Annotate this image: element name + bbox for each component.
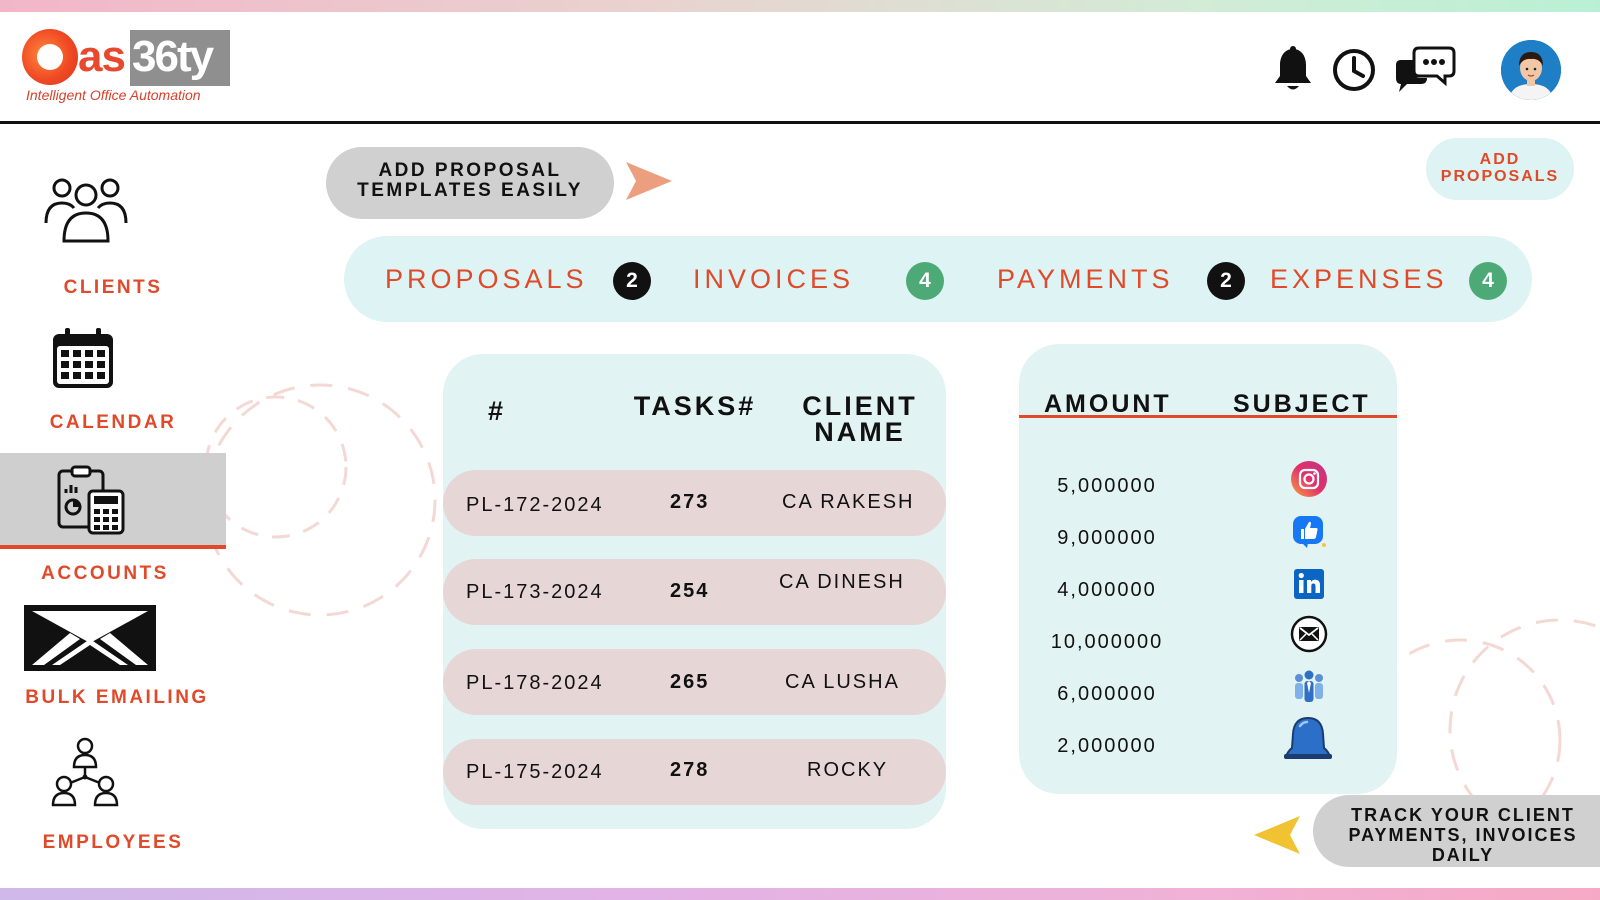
sidebar-item-calendar[interactable]: CALENDAR [0,324,226,434]
employees-icon [51,737,119,807]
tab-expenses[interactable]: EXPENSES [1270,264,1448,295]
team-icon[interactable] [1290,667,1328,705]
track-line-2: PAYMENTS, INVOICES [1348,825,1578,845]
avatar[interactable] [1501,40,1561,100]
row-tasks: 278 [670,759,710,781]
badge-invoices-count: 4 [906,262,944,300]
calendar-icon [53,328,113,388]
badge-expenses-count: 4 [1469,262,1507,300]
chat-icon[interactable] [1393,42,1457,98]
row-client: CA DINESH [779,571,905,593]
tab-proposals[interactable]: PROPOSALS [385,264,588,295]
sidebar-label-clients: CLIENTS [63,277,163,298]
row-id: PL-178-2024 [466,672,604,694]
callout-line-1: ADD PROPOSAL [378,160,562,181]
sidebar-item-accounts[interactable]: ACCOUNTS [0,463,226,584]
row-tasks: 254 [670,580,710,602]
sidebar-label-bulk-emailing: BULK EMAILING [25,687,209,708]
sidebar-item-clients[interactable]: CLIENTS [0,175,226,300]
row-tasks: 265 [670,671,710,693]
bell-icon[interactable] [1272,46,1314,94]
sidebar-item-bulk-emailing[interactable]: BULK EMAILING [0,601,226,711]
header-client-line-2: NAME [814,417,906,447]
row-id: PL-175-2024 [466,761,604,783]
tab-payments[interactable]: PAYMENTS [997,264,1174,295]
logo-tagline: Intelligent Office Automation [26,87,201,103]
header-client-name: CLIENT NAME [790,391,930,447]
sidebar-label-accounts: ACCOUNTS [41,563,169,584]
badge-proposals-count: 2 [613,262,651,300]
header-id: # [487,396,507,426]
header-tasks: TASKS# [633,391,757,421]
notification-bell-icon[interactable] [1282,714,1334,762]
track-line-1: TRACK YOUR CLIENT [1351,805,1575,825]
callout-line-2: TEMPLATES EASILY [357,180,583,201]
amount-value: 5,000000 [1057,475,1157,497]
arrow-right-icon [626,162,672,200]
instagram-icon[interactable] [1290,460,1328,498]
logo-as-text: as [78,32,126,81]
amount-value: 4,000000 [1057,579,1157,601]
clients-icon [44,178,128,243]
sidebar-label-calendar: CALENDAR [49,412,177,433]
sidebar-item-employees[interactable]: EMPLOYEES [0,737,226,857]
amount-value: 10,000000 [1050,631,1164,653]
envelope-icon [24,605,156,671]
add-proposal-templates-callout[interactable]: ADD PROPOSAL TEMPLATES EASILY [326,147,614,219]
amount-value: 9,000000 [1057,527,1157,549]
logo-36ty-text: 36ty [132,32,214,81]
track-payments-callout: TRACK YOUR CLIENT PAYMENTS, INVOICES DAI… [1313,795,1600,867]
brand-logo[interactable]: as 36ty Intelligent Office Automation [22,28,232,108]
row-client: CA RAKESH [782,491,915,513]
add-proposals-button[interactable]: ADD PROPOSALS [1426,138,1574,200]
header-client-line-1: CLIENT [802,391,918,421]
user-avatar-icon [1501,40,1561,100]
accounts-icon [57,465,125,535]
row-id: PL-173-2024 [466,581,604,603]
amount-value: 6,000000 [1057,683,1157,705]
badge-payments-count: 2 [1207,262,1245,300]
clock-icon[interactable] [1332,48,1376,92]
tab-invoices[interactable]: INVOICES [693,264,854,295]
add-proposals-line-1: ADD [1479,151,1521,168]
header-divider [0,121,1600,124]
amount-value: 2,000000 [1057,735,1157,757]
add-proposals-line-2: PROPOSALS [1440,168,1560,185]
row-client: ROCKY [807,759,889,781]
mail-icon[interactable] [1290,615,1328,653]
row-id: PL-172-2024 [466,494,604,516]
track-line-3: DAILY [1431,845,1495,865]
linkedin-icon[interactable] [1290,565,1328,603]
amounts-header-underline [1019,415,1397,418]
arrow-left-icon [1254,816,1300,854]
row-client: CA LUSHA [785,671,900,693]
logo-o-mark [22,29,78,85]
sidebar-label-employees: EMPLOYEES [42,832,184,853]
row-tasks: 273 [670,491,710,513]
like-icon[interactable] [1290,512,1328,550]
